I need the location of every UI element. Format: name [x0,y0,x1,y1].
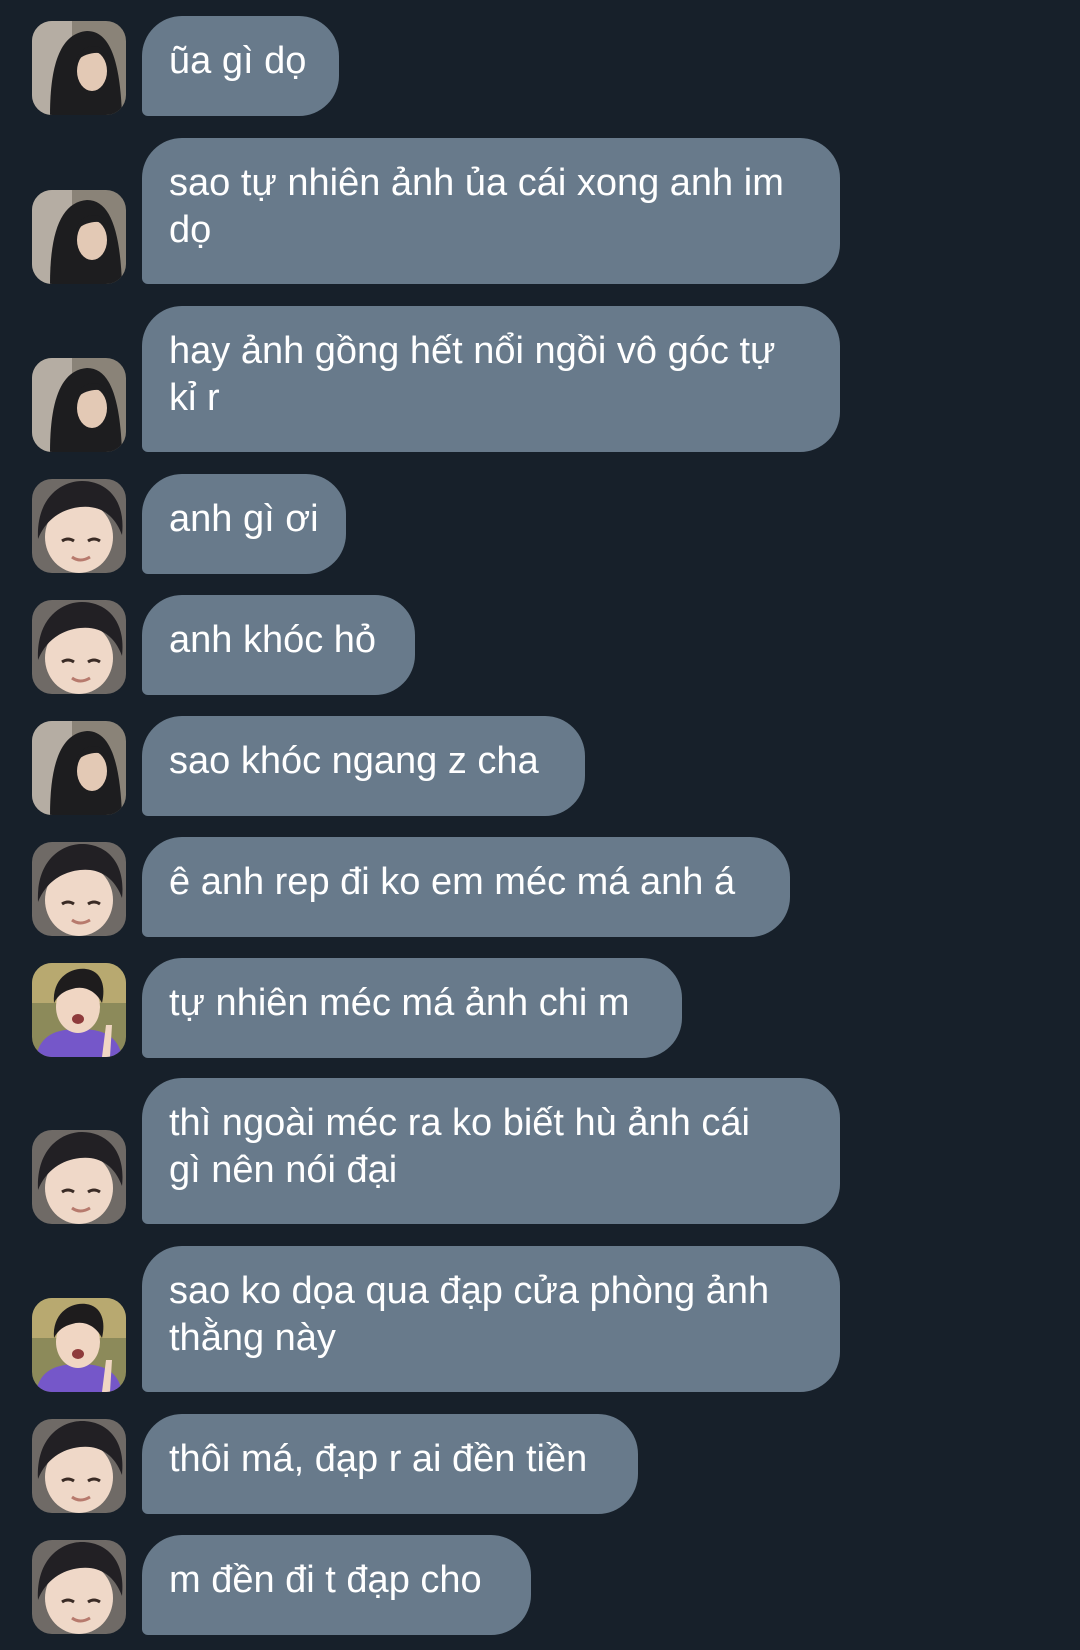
avatar[interactable] [32,963,126,1057]
message-bubble[interactable]: anh gì ơi [142,474,346,574]
avatar[interactable] [32,842,126,936]
avatar[interactable] [32,1298,126,1392]
message-bubble[interactable]: sao khóc ngang z cha [142,716,585,816]
message-bubble[interactable]: thì ngoài méc ra ko biết hù ảnh cái gì n… [142,1078,840,1224]
message-bubble[interactable]: anh khóc hỏ [142,595,415,695]
message-bubble[interactable]: sao tự nhiên ảnh ủa cái xong anh im dọ [142,138,840,284]
message-bubble[interactable]: thôi má, đạp r ai đền tiền [142,1414,638,1514]
message-bubble[interactable]: hay ảnh gồng hết nổi ngồi vô góc tự kỉ r [142,306,840,452]
avatar[interactable] [32,721,126,815]
message-bubble[interactable]: sao ko dọa qua đạp cửa phòng ảnh thằng n… [142,1246,840,1392]
avatar[interactable] [32,21,126,115]
avatar[interactable] [32,1419,126,1513]
message-bubble[interactable]: ê anh rep đi ko em méc má anh á [142,837,790,937]
avatar[interactable] [32,1540,126,1634]
avatar[interactable] [32,358,126,452]
avatar[interactable] [32,190,126,284]
message-bubble[interactable]: tự nhiên méc má ảnh chi m [142,958,682,1058]
chat-thread[interactable]: ũa gì dọ sao tự nhiên ảnh ủa cái xong an… [0,0,1080,1650]
avatar[interactable] [32,479,126,573]
avatar[interactable] [32,600,126,694]
message-bubble[interactable]: m đền đi t đạp cho [142,1535,531,1635]
avatar[interactable] [32,1130,126,1224]
message-bubble[interactable]: ũa gì dọ [142,16,339,116]
